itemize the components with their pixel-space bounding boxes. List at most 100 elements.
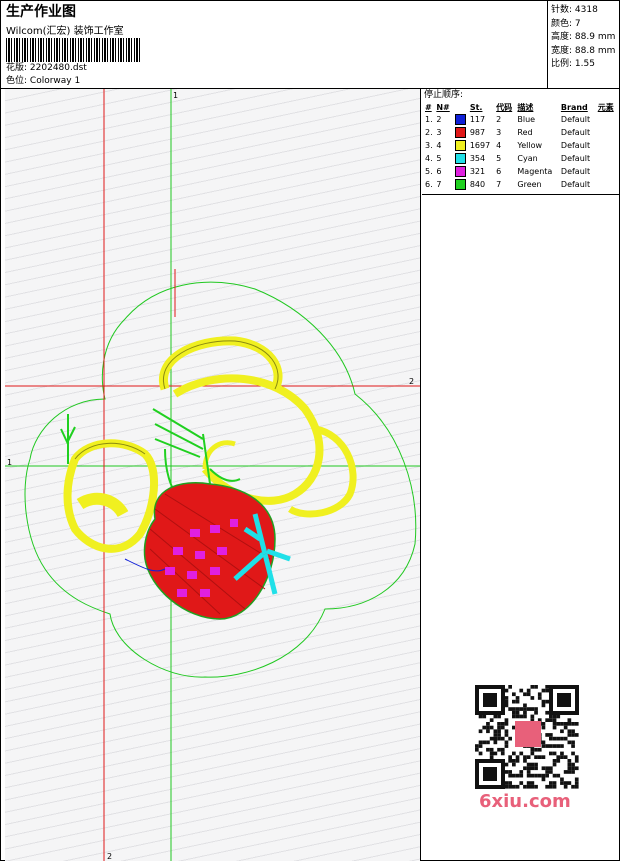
- header-info: 生产作业图 Wilcom(汇宏) 装饰工作室 花版: 2202480.dst 色…: [6, 4, 546, 88]
- colorway-name: Colorway 1: [29, 76, 81, 86]
- colorway-line: 色位: Colorway 1: [6, 76, 80, 87]
- col-code: 代码: [496, 102, 513, 112]
- col-description: 描述: [517, 102, 534, 112]
- row-code: 7: [496, 180, 502, 189]
- row-element: [597, 165, 618, 178]
- color-swatch: [454, 153, 466, 164]
- stat-value: 88.8 mm: [574, 45, 616, 56]
- row-index: 5.: [425, 167, 433, 176]
- stat-colors: 颜色: 7: [551, 18, 620, 32]
- row-swatch: [454, 178, 469, 191]
- qr-pattern: [475, 685, 579, 789]
- col-swatch: [454, 101, 469, 113]
- table-row: 1. 2 117 2 Blue Default: [424, 113, 618, 126]
- row-needle: 6: [436, 167, 442, 176]
- row-stitches: 840: [469, 180, 486, 189]
- row-code: 4: [496, 141, 502, 150]
- strawberry-body: [143, 482, 276, 620]
- row-description: Yellow: [517, 141, 543, 150]
- row-stitches: 321: [469, 167, 486, 176]
- table-row: 2. 3 987 3 Red Default: [424, 126, 618, 139]
- row-brand: Default: [560, 115, 591, 124]
- table-row: 4. 5 354 5 Cyan Default: [424, 152, 618, 165]
- row-stitches: 354: [469, 154, 486, 163]
- row-description: Magenta: [517, 167, 553, 176]
- table-row: 3. 4 1697 4 Yellow Default: [424, 139, 618, 152]
- design-canvas: 1 1 2 2: [5, 89, 421, 861]
- panel-divider: [422, 194, 620, 195]
- row-brand: Default: [560, 141, 591, 150]
- row-description: Blue: [517, 115, 536, 124]
- stat-stitches: 针数: 4318: [551, 4, 620, 18]
- colorway-label: 色位:: [6, 76, 28, 86]
- page-title: 生产作业图: [6, 4, 76, 20]
- table-row: 6. 7 840 7 Green Default: [424, 178, 618, 191]
- stat-value: 4318: [574, 5, 598, 15]
- row-code: 2: [496, 115, 502, 124]
- stop-sequence-title: 停止顺序:: [424, 90, 464, 100]
- design-file-line: 花版: 2202480.dst: [6, 63, 87, 74]
- stat-value: 88.9 mm: [574, 32, 616, 42]
- table-row: 5. 6 321 6 Magenta Default: [424, 165, 618, 178]
- col-index: #: [425, 102, 432, 112]
- stat-label: 宽度:: [551, 45, 573, 56]
- row-swatch: [454, 139, 469, 152]
- row-stitches: 117: [469, 115, 486, 124]
- stat-label: 高度:: [551, 32, 573, 42]
- production-worksheet: 生产作业图 Wilcom(汇宏) 装饰工作室 花版: 2202480.dst 色…: [0, 0, 620, 861]
- company-name: Wilcom(汇宏) 装饰工作室: [6, 26, 124, 37]
- guide-label-v-green: 1: [173, 91, 178, 100]
- color-swatch: [454, 166, 466, 177]
- row-element: [597, 113, 618, 126]
- row-stitches: 987: [469, 128, 486, 137]
- row-swatch: [454, 152, 469, 165]
- design-file-name: 2202480.dst: [29, 63, 87, 73]
- row-needle: 5: [436, 154, 442, 163]
- design-label: 花版:: [6, 63, 28, 73]
- stat-width: 宽度: 88.8 mm: [551, 45, 620, 59]
- stat-label: 颜色:: [551, 18, 573, 29]
- row-swatch: [454, 126, 469, 139]
- row-brand: Default: [560, 154, 591, 163]
- stop-sequence-table: # N# St. 代码 描述 Brand 元素 1. 2 117 2 Blue Defau…: [424, 101, 618, 191]
- color-swatch: [454, 140, 466, 151]
- watermark-text: 6xiu.com: [479, 791, 571, 812]
- row-swatch: [454, 165, 469, 178]
- barcode: [6, 38, 141, 62]
- color-swatch: [454, 114, 466, 125]
- stat-height: 高度: 88.9 mm: [551, 31, 620, 45]
- stat-label: 比例:: [551, 59, 573, 69]
- row-needle: 7: [436, 180, 442, 189]
- row-description: Red: [517, 128, 533, 137]
- embroidery-preview: 1 1 2 2: [5, 89, 420, 861]
- row-element: [597, 126, 618, 139]
- row-brand: Default: [560, 180, 591, 189]
- col-needle: N#: [436, 102, 450, 112]
- color-swatch: [454, 127, 466, 138]
- stat-value: 7: [574, 18, 581, 29]
- stat-scale: 比例: 1.55: [551, 58, 620, 72]
- col-element: 元素: [597, 102, 614, 112]
- row-index: 3.: [425, 141, 433, 150]
- row-swatch: [454, 113, 469, 126]
- row-code: 5: [496, 154, 502, 163]
- row-element: [597, 139, 618, 152]
- row-needle: 3: [436, 128, 442, 137]
- row-description: Cyan: [517, 154, 538, 163]
- row-stitches: 1697: [469, 141, 491, 150]
- guide-label-h-red: 2: [409, 377, 414, 386]
- row-code: 6: [496, 167, 502, 176]
- row-needle: 4: [436, 141, 442, 150]
- row-index: 1.: [425, 115, 433, 124]
- row-brand: Default: [560, 128, 591, 137]
- row-brand: Default: [560, 167, 591, 176]
- design-stats: 针数: 4318 颜色: 7 高度: 88.9 mm 宽度: 88.8 mm 比…: [547, 1, 620, 88]
- row-index: 6.: [425, 180, 433, 189]
- row-description: Green: [517, 180, 542, 189]
- row-needle: 2: [436, 115, 442, 124]
- col-brand: Brand: [560, 102, 588, 112]
- table-header-row: # N# St. 代码 描述 Brand 元素: [424, 101, 618, 113]
- color-swatch: [454, 179, 466, 190]
- row-index: 4.: [425, 154, 433, 163]
- row-element: [597, 152, 618, 165]
